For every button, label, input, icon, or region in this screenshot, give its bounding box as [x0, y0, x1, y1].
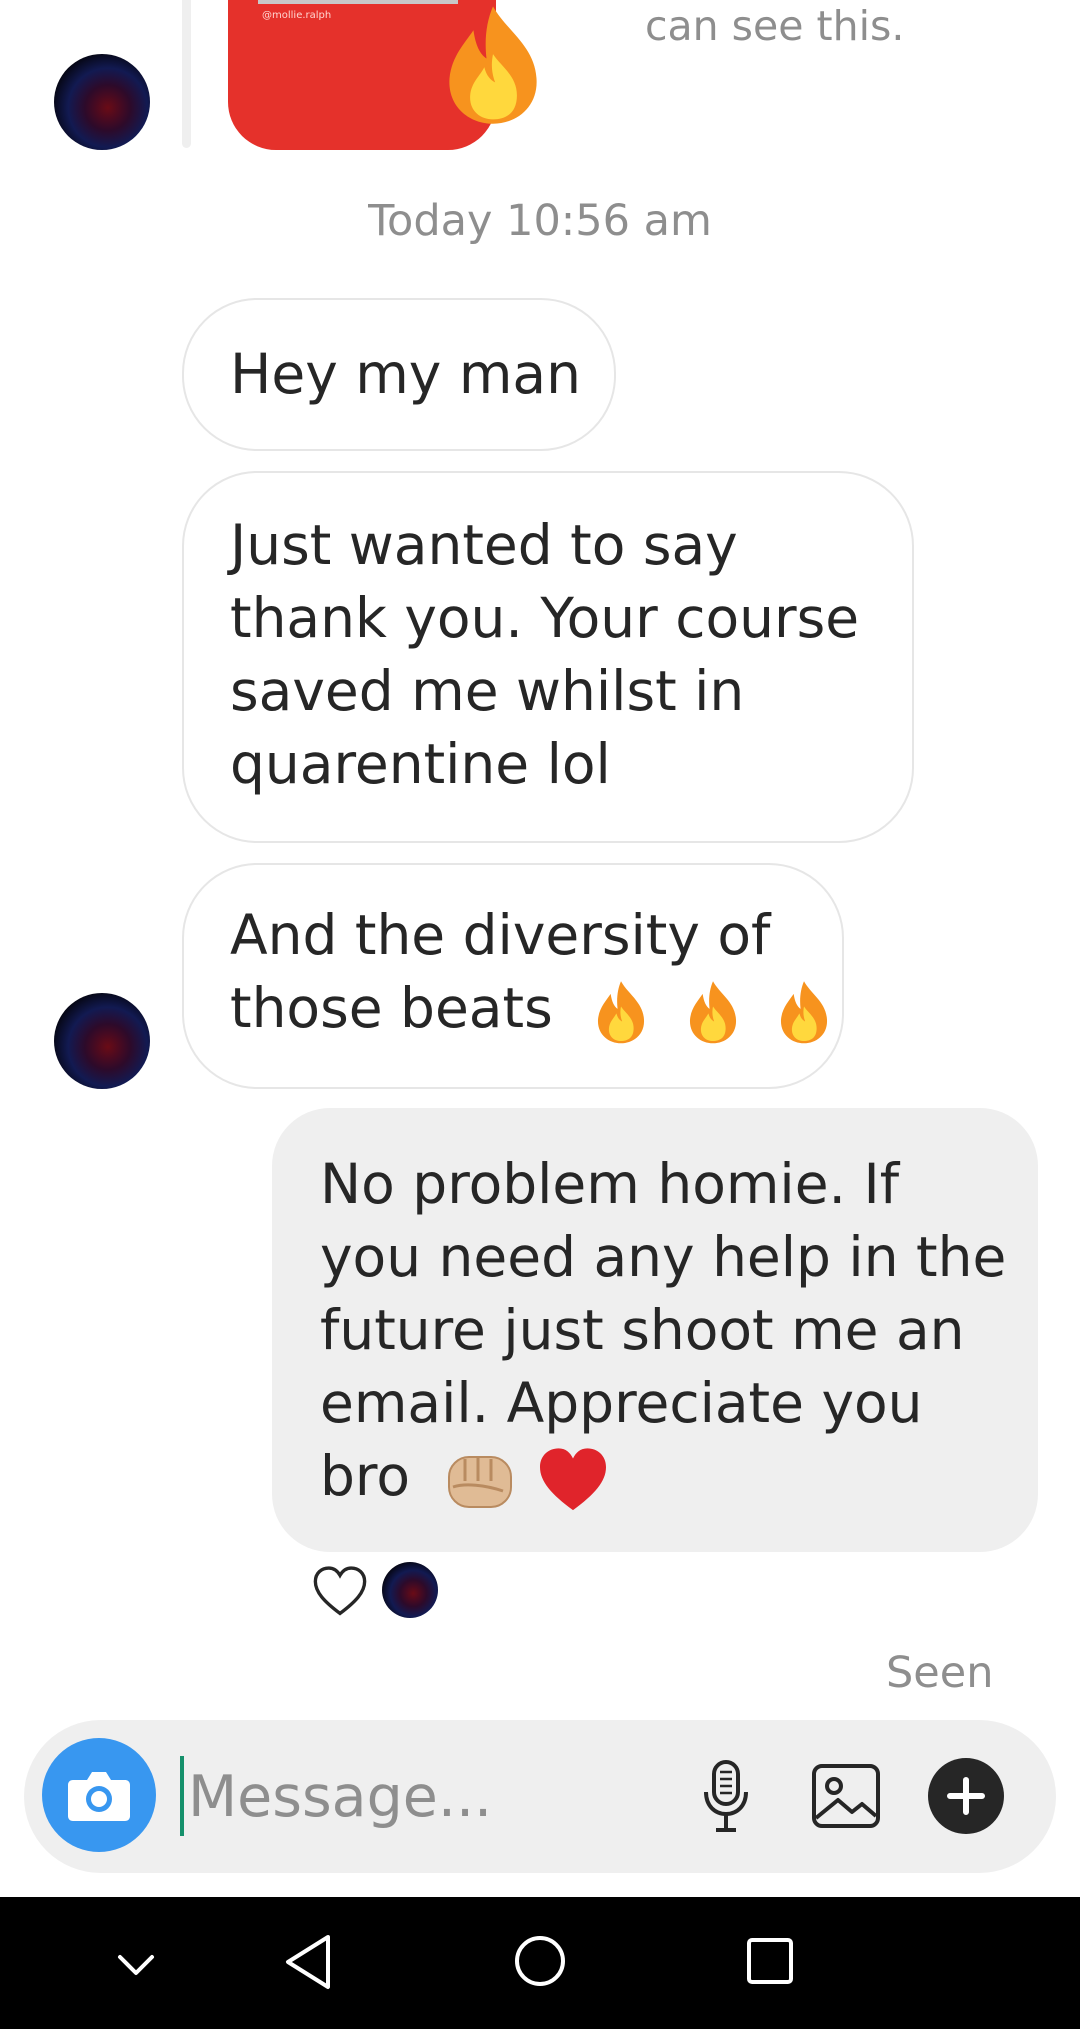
reactor-avatar[interactable]	[382, 1562, 438, 1618]
story-note: can see this.	[645, 2, 905, 50]
message-line: And the diversity of	[230, 903, 771, 967]
message-line: thank you. Your course	[230, 586, 860, 650]
red-heart-emoji-icon	[539, 1448, 606, 1510]
chevron-down-icon[interactable]	[112, 1941, 160, 1989]
message-line: saved me whilst in	[230, 659, 745, 723]
message-input[interactable]	[184, 1757, 692, 1837]
reply-indicator-bar	[182, 0, 191, 148]
message-line: future just shoot me an	[320, 1298, 965, 1362]
message-line: Just wanted to say	[230, 513, 738, 577]
camera-button[interactable]	[42, 1738, 156, 1852]
home-icon[interactable]	[512, 1933, 568, 1989]
seen-indicator: Seen	[886, 1648, 994, 1698]
incoming-message-bubble[interactable]: And the diversity of those beats	[182, 863, 844, 1089]
message-line: email. Appreciate you	[320, 1371, 923, 1435]
gallery-icon[interactable]	[804, 1754, 888, 1838]
message-line-with-emoji: those beats	[230, 972, 828, 1045]
camera-icon	[68, 1772, 130, 1821]
message-line: Hey my man	[230, 342, 581, 406]
message-line: bro	[320, 1444, 410, 1508]
heart-reaction-icon[interactable]	[312, 1565, 368, 1617]
incoming-message-bubble[interactable]: Hey my man	[182, 298, 616, 451]
sender-avatar[interactable]	[54, 54, 150, 150]
microphone-icon[interactable]	[684, 1754, 768, 1838]
fire-emoji-icon	[689, 981, 736, 1044]
message-line: quarentine lol	[230, 732, 611, 796]
fire-emoji-icon	[598, 981, 645, 1044]
message-line: No problem homie. If	[320, 1152, 900, 1216]
chat-timestamp: Today 10:56 am	[368, 196, 712, 246]
recents-icon[interactable]	[744, 1935, 796, 1987]
message-line-with-emoji: bro	[320, 1440, 990, 1513]
message-line: you need any help in the	[320, 1225, 1007, 1289]
fist-bump-emoji-icon	[448, 1455, 513, 1508]
message-line: those beats	[230, 976, 553, 1040]
incoming-message-bubble[interactable]: Just wanted to say thank you. Your cours…	[182, 471, 914, 843]
back-icon[interactable]	[280, 1931, 338, 1993]
sender-avatar[interactable]	[54, 993, 150, 1089]
plus-icon[interactable]	[924, 1754, 1008, 1838]
outgoing-message-bubble[interactable]: No problem homie. If you need any help i…	[272, 1108, 1038, 1552]
fire-emoji-icon	[781, 981, 828, 1044]
story-handle: @mollie.ralph	[262, 10, 332, 21]
fire-reaction-icon	[449, 6, 537, 124]
system-navigation-bar	[0, 1897, 1080, 2029]
